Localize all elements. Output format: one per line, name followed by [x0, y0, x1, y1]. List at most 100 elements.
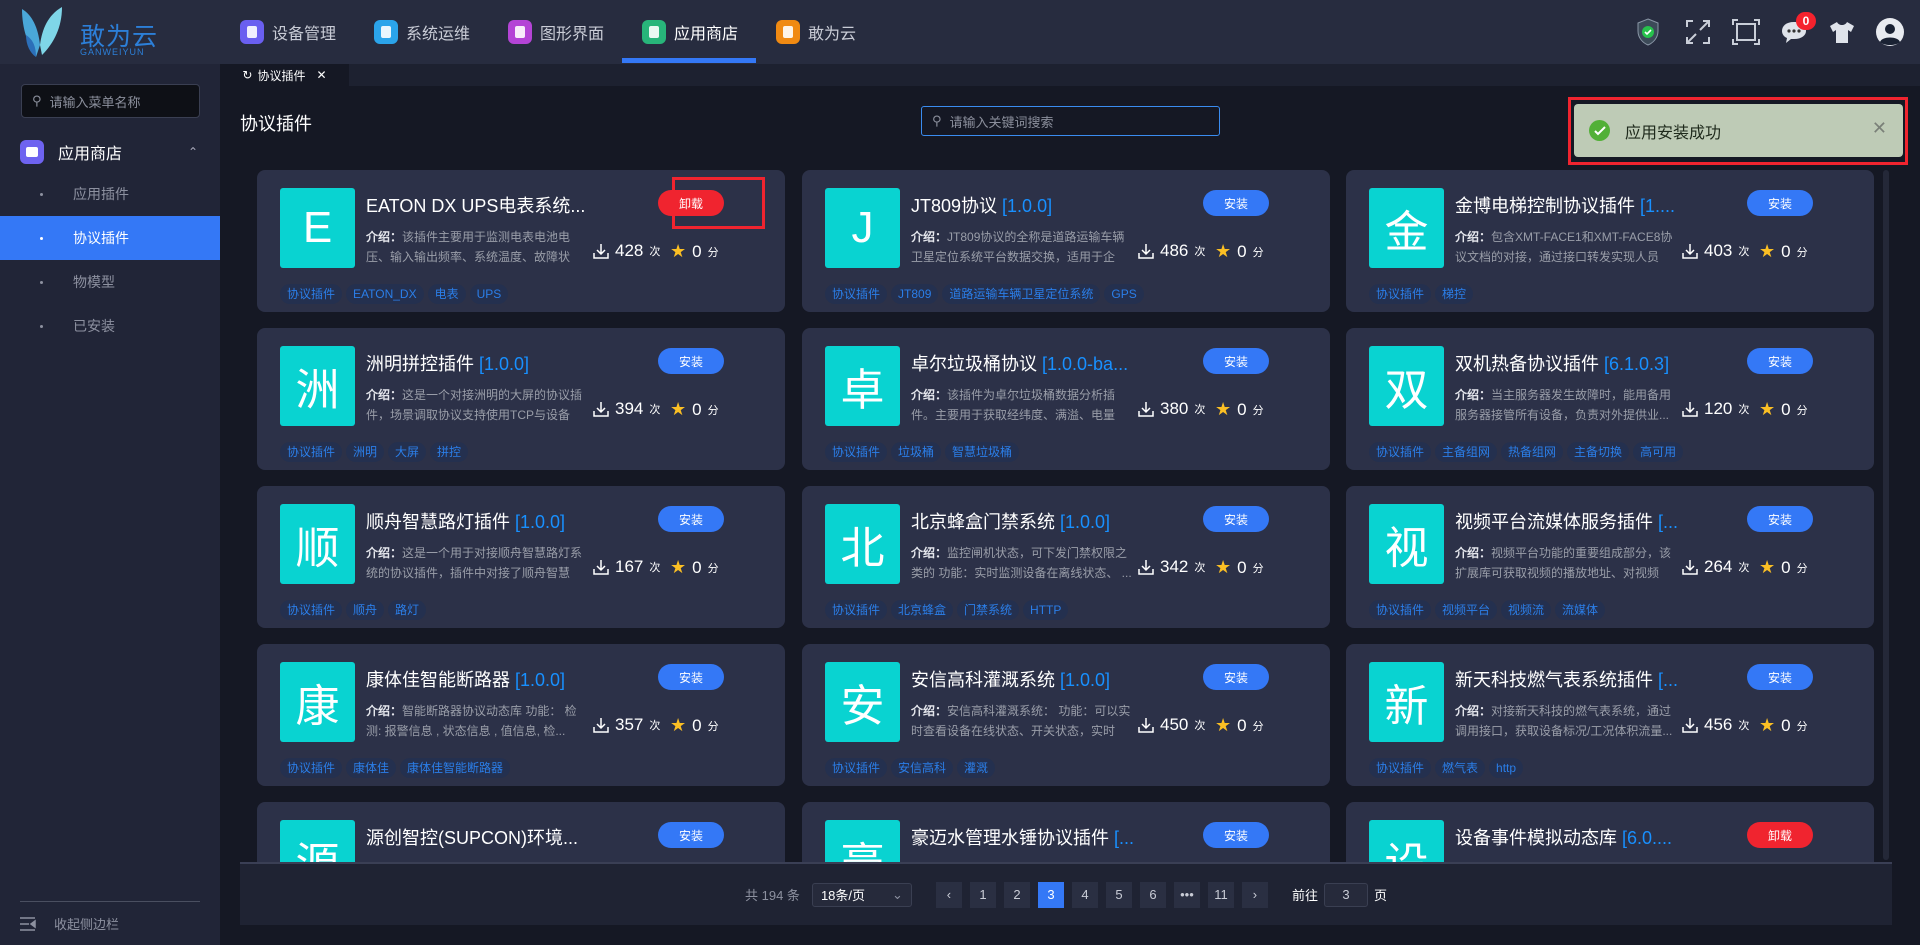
tag[interactable]: 道路运输车辆卫星定位系统: [942, 284, 1101, 304]
prev-page-button[interactable]: ‹: [935, 881, 962, 908]
tag[interactable]: 协议插件: [825, 600, 888, 620]
menu-search-input[interactable]: ⚲ 请输入菜单名称: [21, 84, 200, 118]
tag[interactable]: 大屏: [388, 442, 427, 462]
tag[interactable]: 协议插件: [1369, 442, 1432, 462]
tag[interactable]: EATON_DX: [346, 284, 424, 304]
tag[interactable]: 拼控: [430, 442, 469, 462]
sidebar-item[interactable]: 已安装: [0, 304, 220, 348]
install-button[interactable]: 安装: [658, 664, 724, 690]
plugin-title[interactable]: 北京蜂盒门禁系统 [1.0.0]: [911, 508, 1151, 534]
content-scrollbar[interactable]: [1883, 170, 1889, 860]
screen-frame-icon[interactable]: [1732, 18, 1760, 46]
keyword-search-input[interactable]: ⚲ 请输入关键词搜索: [921, 106, 1220, 136]
install-button[interactable]: 安装: [1203, 506, 1269, 532]
plugin-card[interactable]: 设设备事件模拟动态库 [6.0.... 卸载: [1346, 802, 1874, 862]
install-button[interactable]: 安装: [1203, 822, 1269, 848]
install-button[interactable]: 安装: [1747, 190, 1813, 216]
tag[interactable]: HTTP: [1023, 600, 1069, 620]
page-size-select[interactable]: 18条/页 ⌄: [811, 882, 912, 907]
tag[interactable]: 路灯: [388, 600, 427, 620]
tag[interactable]: 门禁系统: [957, 600, 1020, 620]
tag[interactable]: 顺舟: [346, 600, 385, 620]
page-button[interactable]: 2: [1003, 881, 1030, 908]
plugin-title[interactable]: 视频平台流媒体服务插件 [...: [1455, 508, 1695, 534]
install-button[interactable]: 安装: [1203, 190, 1269, 216]
install-button[interactable]: 安装: [1747, 506, 1813, 532]
nav-item[interactable]: 敢为云: [776, 20, 856, 44]
plugin-title[interactable]: 洲明拼控插件 [1.0.0]: [366, 350, 606, 376]
plugin-title[interactable]: 安信高科灌溉系统 [1.0.0]: [911, 666, 1151, 692]
tag[interactable]: 燃气表: [1435, 758, 1486, 778]
tab-protocol-plugins[interactable]: ↻ 协议插件 ✕: [220, 64, 349, 86]
plugin-card[interactable]: 顺顺舟智慧路灯插件 [1.0.0] 安装 介绍：这是一个用于对接顺舟智慧路灯系统的协…: [257, 486, 785, 628]
page-button[interactable]: •••: [1173, 881, 1200, 908]
plugin-card[interactable]: 卓卓尔垃圾桶协议 [1.0.0-ba... 安装 介绍：该插件为卓尔垃圾桶数据分析插…: [802, 328, 1330, 470]
plugin-card[interactable]: 金金博电梯控制协议插件 [1.... 安装 介绍：包含XMT-FACE1和XMT-F…: [1346, 170, 1874, 312]
refresh-icon[interactable]: ↻: [242, 68, 252, 82]
page-button[interactable]: 5: [1105, 881, 1132, 908]
nav-item[interactable]: 图形界面: [508, 20, 604, 44]
install-button[interactable]: 安装: [658, 506, 724, 532]
plugin-title[interactable]: 设备事件模拟动态库 [6.0....: [1455, 824, 1695, 850]
install-button[interactable]: 安装: [1203, 348, 1269, 374]
collapse-sidebar-button[interactable]: 收起侧边栏: [20, 914, 119, 933]
tag[interactable]: 协议插件: [280, 600, 343, 620]
tag[interactable]: 视频平台: [1435, 600, 1498, 620]
plugin-title[interactable]: 康体佳智能断路器 [1.0.0]: [366, 666, 606, 692]
tag[interactable]: 梯控: [1435, 284, 1474, 304]
install-button[interactable]: 安装: [1203, 664, 1269, 690]
tag[interactable]: http: [1489, 758, 1524, 778]
plugin-card[interactable]: 新新天科技燃气表系统插件 [... 安装 介绍：对接新天科技的燃气表系统，通过调用接…: [1346, 644, 1874, 786]
fullscreen-icon[interactable]: [1684, 18, 1712, 46]
plugin-title[interactable]: 卓尔垃圾桶协议 [1.0.0-ba...: [911, 350, 1151, 376]
goto-page-input[interactable]: 3: [1323, 882, 1368, 907]
close-tab-icon[interactable]: ✕: [317, 68, 327, 82]
page-button[interactable]: 11: [1207, 881, 1234, 908]
theme-shirt-icon[interactable]: [1828, 18, 1856, 46]
tag[interactable]: 协议插件: [280, 442, 343, 462]
tag[interactable]: JT809: [891, 284, 939, 304]
sidebar-item[interactable]: 物模型: [0, 260, 220, 304]
plugin-title[interactable]: 豪迈水管理水锤协议插件 [...: [911, 824, 1151, 850]
page-button[interactable]: 3: [1037, 881, 1064, 908]
plugin-card[interactable]: 源源创智控(SUPCON)环境... 安装: [257, 802, 785, 862]
page-button[interactable]: 1: [969, 881, 996, 908]
plugin-card[interactable]: 双双机热备协议插件 [6.1.0.3] 安装 介绍：当主服务器发生故障时，能用备用服…: [1346, 328, 1874, 470]
plugin-title[interactable]: 源创智控(SUPCON)环境...: [366, 824, 606, 850]
nav-item[interactable]: 设备管理: [240, 20, 336, 44]
tag[interactable]: 主备切换: [1567, 442, 1630, 462]
plugin-card[interactable]: J JT809协议 [1.0.0] 安装 介绍：JT809协议的全称是道路运输车辆卫星…: [802, 170, 1330, 312]
plugin-title[interactable]: 顺舟智慧路灯插件 [1.0.0]: [366, 508, 606, 534]
logo[interactable]: 敢为云 GANWEIYUN: [18, 5, 218, 59]
tag[interactable]: GPS: [1104, 284, 1144, 304]
tag[interactable]: 主备组网: [1435, 442, 1498, 462]
tag[interactable]: 电表: [427, 284, 466, 304]
tag[interactable]: 协议插件: [825, 284, 888, 304]
plugin-title[interactable]: 金博电梯控制协议插件 [1....: [1455, 192, 1695, 218]
nav-item[interactable]: 应用商店: [642, 20, 738, 44]
page-button[interactable]: 6: [1139, 881, 1166, 908]
user-avatar[interactable]: [1876, 18, 1904, 46]
tag[interactable]: 北京蜂盒: [891, 600, 954, 620]
tag[interactable]: UPS: [469, 284, 509, 304]
tag[interactable]: 协议插件: [1369, 284, 1432, 304]
plugin-card[interactable]: E EATON DX UPS电表系统... 卸载 介绍：该插件主要用于监测电表电池电…: [257, 170, 785, 312]
tag[interactable]: 洲明: [346, 442, 385, 462]
sidebar-group-app-store[interactable]: 应用商店 ⌃: [20, 139, 210, 165]
tag[interactable]: 流媒体: [1555, 600, 1606, 620]
tag[interactable]: 垃圾桶: [891, 442, 942, 462]
plugin-card[interactable]: 视视频平台流媒体服务插件 [... 安装 介绍：视频平台功能的重要组成部分，该扩展库…: [1346, 486, 1874, 628]
tag[interactable]: 康体佳智能断路器: [400, 758, 511, 778]
tag[interactable]: 智慧垃圾桶: [945, 442, 1020, 462]
plugin-title[interactable]: 双机热备协议插件 [6.1.0.3]: [1455, 350, 1695, 376]
tag[interactable]: 高可用: [1633, 442, 1684, 462]
uninstall-button[interactable]: 卸载: [658, 190, 724, 216]
page-button[interactable]: 4: [1071, 881, 1098, 908]
install-button[interactable]: 安装: [1747, 348, 1813, 374]
sidebar-item[interactable]: 应用插件: [0, 172, 220, 216]
sidebar-item[interactable]: 协议插件: [0, 216, 220, 260]
plugin-title[interactable]: 新天科技燃气表系统插件 [...: [1455, 666, 1695, 692]
tag[interactable]: 协议插件: [280, 758, 343, 778]
tag[interactable]: 协议插件: [280, 284, 343, 304]
tag[interactable]: 热备组网: [1501, 442, 1564, 462]
